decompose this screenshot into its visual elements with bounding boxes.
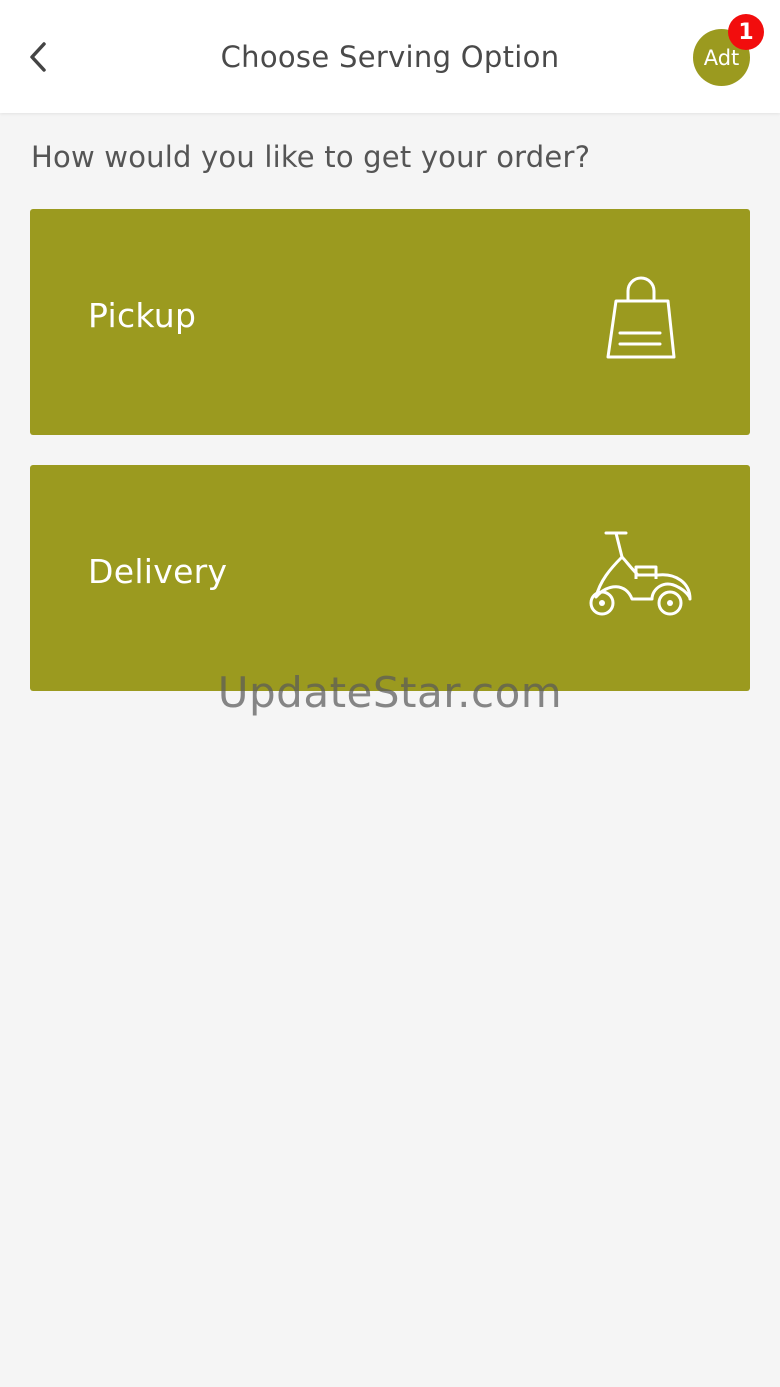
cart-count-badge: 1: [728, 14, 764, 50]
page-title: Choose Serving Option: [220, 40, 560, 74]
watermark: UpdateStar.com: [217, 668, 563, 717]
back-button[interactable]: [18, 35, 58, 79]
delivery-option-label: Delivery: [88, 552, 228, 591]
app-header: Choose Serving Option Adt 1: [0, 0, 780, 113]
pickup-option-button[interactable]: Pickup: [30, 209, 750, 435]
chevron-left-icon: [30, 42, 46, 72]
scooter-icon: [589, 531, 692, 616]
shopping-bag-icon: [606, 276, 676, 359]
serving-option-prompt: How would you like to get your order?: [31, 140, 591, 174]
pickup-option-label: Pickup: [88, 296, 197, 335]
delivery-option-button[interactable]: Delivery: [30, 465, 750, 691]
